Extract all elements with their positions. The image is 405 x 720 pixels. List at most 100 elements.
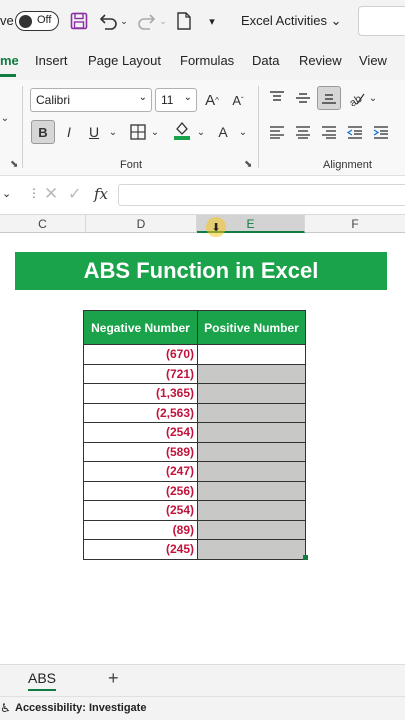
tab-insert[interactable]: Insert: [35, 53, 68, 68]
positive-cell[interactable]: [197, 480, 306, 501]
align-right-icon[interactable]: [320, 120, 338, 144]
formula-input[interactable]: [118, 184, 405, 206]
autosave-label: ve: [0, 13, 14, 28]
negative-cell[interactable]: (245): [83, 539, 198, 560]
fill-color-dropdown-icon[interactable]: ⌄: [196, 120, 206, 144]
increase-indent-icon[interactable]: [372, 120, 390, 144]
grow-font-button[interactable]: A ^: [202, 88, 222, 112]
active-tab-indicator: [0, 74, 16, 77]
negative-cell[interactable]: (1,365): [83, 383, 198, 404]
undo-icon[interactable]: [97, 10, 119, 32]
decrease-indent-icon[interactable]: [346, 120, 364, 144]
align-left-icon[interactable]: [268, 120, 286, 144]
positive-cell[interactable]: [197, 402, 306, 423]
negative-cell[interactable]: (254): [83, 422, 198, 443]
orientation-icon[interactable]: ab: [347, 86, 367, 110]
negative-cell[interactable]: (254): [83, 500, 198, 521]
header-positive-number[interactable]: Positive Number: [197, 310, 306, 345]
font-launcher-icon[interactable]: ⬊: [244, 159, 252, 170]
undo-dropdown-icon[interactable]: ⌄: [119, 10, 129, 32]
column-headers: C D E F: [0, 214, 405, 233]
positive-cell[interactable]: [197, 500, 306, 521]
name-box-dropdown-icon[interactable]: ⌄: [2, 187, 11, 200]
shrink-font-label: A: [232, 92, 241, 108]
fill-color-icon[interactable]: [172, 118, 192, 142]
column-header-f[interactable]: F: [305, 215, 405, 233]
fill-handle[interactable]: [303, 555, 308, 560]
negative-cell[interactable]: (721): [83, 363, 198, 384]
toggle-state: Off: [37, 14, 52, 26]
add-sheet-button[interactable]: +: [108, 668, 119, 689]
font-size-dropdown[interactable]: 11 ⌄: [155, 88, 197, 112]
search-box[interactable]: [358, 6, 405, 36]
negative-cell[interactable]: (247): [83, 461, 198, 482]
align-bottom-icon[interactable]: [317, 86, 341, 110]
ribbon-divider: [258, 86, 259, 168]
align-top-icon[interactable]: [268, 86, 286, 110]
formula-bar: ⌄ ⋮ ✕ ✓ fx: [0, 181, 405, 209]
toggle-knob: [19, 14, 32, 28]
negative-cell[interactable]: (89): [83, 519, 198, 540]
positive-cell[interactable]: [197, 344, 306, 365]
font-color-button[interactable]: A: [214, 120, 232, 144]
positive-cell[interactable]: [197, 441, 306, 462]
insert-function-icon[interactable]: fx: [94, 185, 108, 203]
new-file-icon[interactable]: [175, 10, 193, 32]
align-middle-icon[interactable]: [294, 86, 312, 110]
tab-review[interactable]: Review: [299, 53, 342, 68]
chevron-down-icon: ⌄: [183, 92, 192, 103]
column-header-c[interactable]: C: [0, 215, 86, 233]
font-size-value: 11: [161, 93, 174, 107]
document-title[interactable]: Excel Activities ⌄: [241, 13, 342, 29]
more-options-icon[interactable]: ⋮: [28, 186, 40, 200]
underline-button[interactable]: U: [85, 120, 103, 144]
column-header-d[interactable]: D: [86, 215, 197, 233]
table-header-row: Negative Number Positive Number: [83, 310, 306, 345]
positive-cell[interactable]: [197, 383, 306, 404]
redo-dropdown-icon[interactable]: ⌄: [158, 10, 168, 32]
title-banner[interactable]: ABS Function in Excel: [15, 252, 387, 290]
positive-cell[interactable]: [197, 461, 306, 482]
negative-cell[interactable]: (256): [83, 480, 198, 501]
negative-cell[interactable]: (2,563): [83, 402, 198, 423]
chevron-down-icon[interactable]: ⌄: [0, 106, 10, 130]
cancel-icon[interactable]: ✕: [44, 184, 58, 204]
underline-dropdown-icon[interactable]: ⌄: [108, 120, 118, 144]
negative-cell[interactable]: (670): [83, 344, 198, 365]
header-negative-number[interactable]: Negative Number: [83, 310, 198, 345]
accessibility-status[interactable]: Accessibility: Investigate: [15, 702, 146, 714]
sheet-tab-abs[interactable]: ABS: [28, 670, 56, 686]
positive-cell[interactable]: [197, 363, 306, 384]
redo-icon[interactable]: [136, 10, 158, 32]
borders-dropdown-icon[interactable]: ⌄: [150, 120, 160, 144]
positive-cell[interactable]: [197, 519, 306, 540]
font-name-dropdown[interactable]: Calibri ⌄: [30, 88, 152, 112]
clipboard-launcher-icon[interactable]: ⬊: [10, 159, 18, 170]
orientation-dropdown-icon[interactable]: ⌄: [368, 86, 378, 110]
table-row: (254): [83, 500, 306, 521]
autosave-toggle[interactable]: Off: [15, 11, 59, 31]
grow-font-label: A: [205, 91, 216, 109]
tab-formulas[interactable]: Formulas: [180, 53, 234, 68]
table-row: (670): [83, 344, 306, 365]
font-color-dropdown-icon[interactable]: ⌄: [238, 120, 248, 144]
customize-icon[interactable]: ▾: [205, 10, 219, 32]
tab-page-layout[interactable]: Page Layout: [88, 53, 161, 68]
align-center-icon[interactable]: [294, 120, 312, 144]
bold-button[interactable]: B: [31, 120, 55, 144]
active-sheet-indicator: [28, 689, 56, 691]
positive-cell[interactable]: [197, 422, 306, 443]
tab-view[interactable]: View: [359, 53, 387, 68]
shrink-font-button[interactable]: Aˇ: [228, 88, 248, 112]
enter-icon[interactable]: ✓: [68, 184, 81, 204]
negative-cell[interactable]: (589): [83, 441, 198, 462]
accessibility-icon: ♿: [0, 701, 11, 715]
quick-access-toolbar: ve Off ⌄ ⌄ ▾ Excel Activities ⌄: [0, 0, 405, 42]
sheet-tabs-bar: ABS +: [0, 664, 405, 696]
tab-home[interactable]: me: [0, 53, 19, 68]
italic-button[interactable]: I: [60, 120, 78, 144]
save-icon[interactable]: [69, 10, 89, 32]
borders-icon[interactable]: [128, 120, 148, 144]
positive-cell[interactable]: [197, 539, 306, 560]
tab-data[interactable]: Data: [252, 53, 279, 68]
